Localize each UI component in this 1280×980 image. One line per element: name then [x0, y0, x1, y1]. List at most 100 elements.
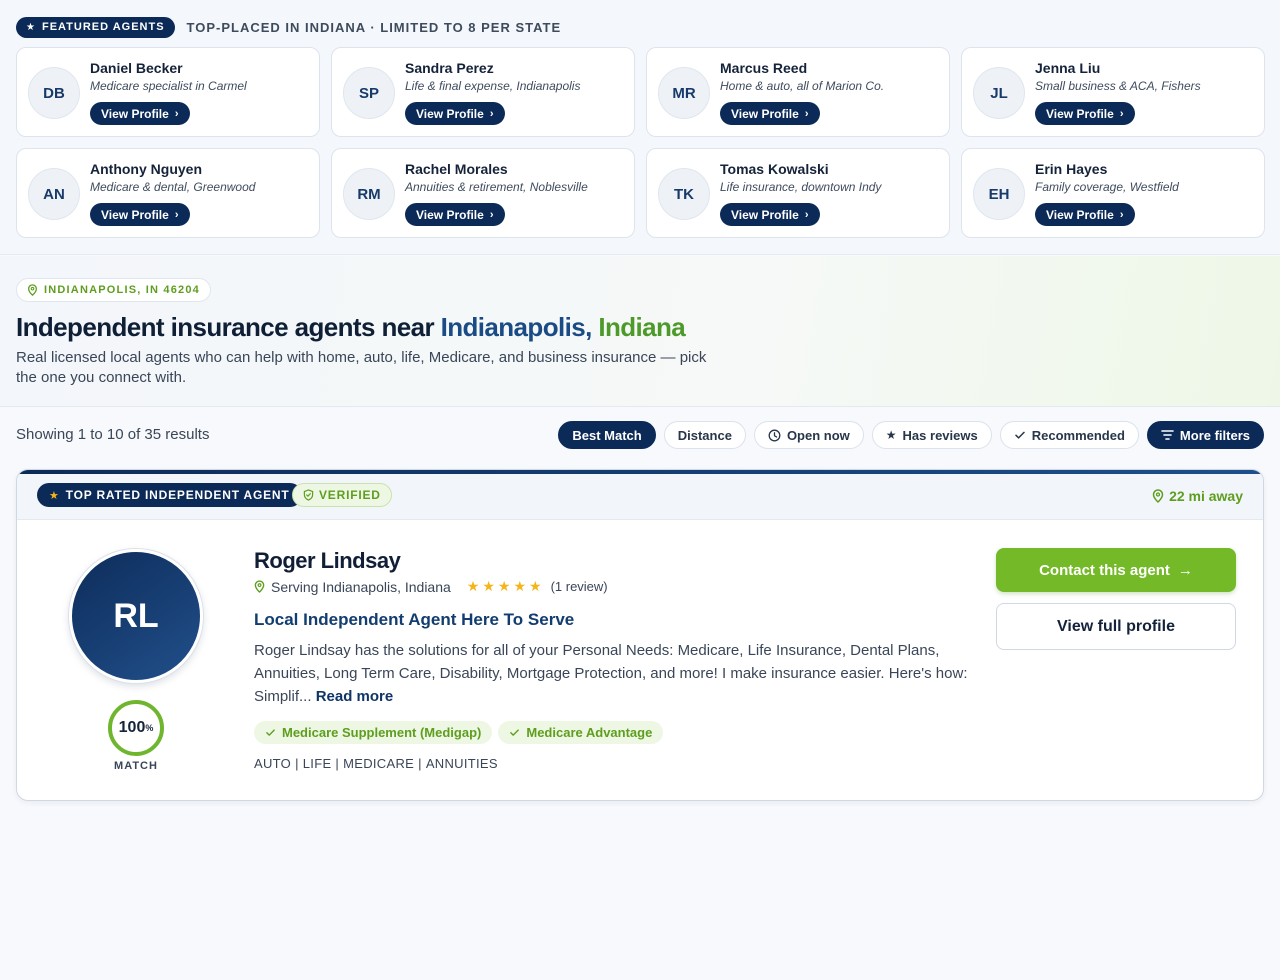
- agent-description: Medicare & dental, Greenwood: [90, 180, 256, 194]
- view-profile-label: View Profile: [1046, 106, 1114, 121]
- agent-description: Life & final expense, Indianapolis: [405, 79, 581, 93]
- featured-agent-card: TK Tomas Kowalski Life insurance, downto…: [646, 148, 950, 238]
- specialty-label: Medicare Supplement (Medigap): [282, 725, 482, 740]
- read-more-link[interactable]: Read more: [316, 688, 394, 705]
- star-rating: ★★★★★: [466, 578, 545, 594]
- agent-name[interactable]: Daniel Becker: [90, 60, 183, 76]
- hero-description: Real licensed local agents who can help …: [16, 349, 707, 386]
- location-label: INDIANAPOLIS, IN 46204: [44, 284, 200, 296]
- view-profile-button[interactable]: View Profile ›: [405, 203, 506, 226]
- verified-badge: VERIFIED: [292, 483, 392, 507]
- avatar: SP: [343, 67, 395, 119]
- featured-badge: ★ FEATURED AGENTS: [16, 16, 175, 38]
- agent-bio: Roger Lindsay has the solutions for all …: [254, 639, 974, 708]
- line-item: AUTO: [254, 756, 292, 771]
- agent-name[interactable]: Roger Lindsay: [254, 548, 401, 574]
- serving-area: Serving Indianapolis, Indiana ★★★★★ (1 r…: [254, 578, 608, 595]
- match-unit: %: [145, 723, 154, 733]
- clock-icon: [768, 429, 781, 441]
- agent-listing-card: ★ TOP RATED INDEPENDENT AGENT VERIFIED 2…: [16, 469, 1264, 801]
- review-count[interactable]: (1 review): [551, 579, 608, 594]
- contact-agent-button[interactable]: Contact this agent →: [996, 548, 1236, 592]
- chip-label: Recommended: [1031, 427, 1125, 443]
- separator: |: [335, 756, 340, 771]
- filter-has-reviews-button[interactable]: ★ Has reviews: [871, 421, 992, 449]
- agent-avatar[interactable]: RL: [69, 549, 203, 683]
- results-count: Showing 1 to 10 of 35 results: [16, 426, 210, 443]
- agent-description: Home & auto, all of Marion Co.: [720, 79, 885, 93]
- star-icon: ★: [26, 21, 36, 33]
- contact-label: Contact this agent: [1039, 561, 1170, 579]
- distance-label: 22 mi away: [1169, 488, 1243, 504]
- line-item: ANNUITIES: [425, 756, 498, 771]
- view-profile-button[interactable]: View Profile ›: [720, 203, 821, 226]
- avatar: EH: [973, 168, 1025, 220]
- specialty-label: Medicare Advantage: [526, 725, 653, 740]
- agent-name[interactable]: Marcus Reed: [720, 60, 807, 76]
- sort-distance-button[interactable]: Distance: [663, 421, 746, 449]
- map-pin-icon: [254, 580, 265, 593]
- listing-header: ★ TOP RATED INDEPENDENT AGENT VERIFIED 2…: [17, 474, 1263, 520]
- agent-name[interactable]: Jenna Liu: [1035, 60, 1100, 76]
- view-profile-label: View Profile: [101, 106, 169, 121]
- view-profile-button[interactable]: View Profile ›: [90, 203, 191, 226]
- specialty-tag: Medicare Supplement (Medigap): [254, 721, 493, 744]
- specialty-tags: Medicare Supplement (Medigap) Medicare A…: [254, 721, 664, 744]
- featured-badge-label: FEATURED AGENTS: [41, 21, 165, 33]
- filter-open-now-button[interactable]: Open now: [753, 421, 864, 449]
- filter-recommended-button[interactable]: Recommended: [999, 421, 1139, 449]
- separator: |: [295, 756, 299, 771]
- title-state: Indiana: [598, 312, 686, 342]
- view-profile-label: View Profile: [101, 207, 169, 222]
- sort-best-match-button[interactable]: Best Match: [558, 421, 656, 449]
- agent-name[interactable]: Anthony Nguyen: [90, 161, 202, 177]
- view-profile-button[interactable]: View Profile ›: [405, 102, 506, 125]
- agent-name[interactable]: Rachel Morales: [405, 161, 508, 177]
- match-score-ring: 100%: [108, 700, 164, 756]
- chevron-right-icon: ›: [1119, 107, 1124, 120]
- chevron-right-icon: ›: [174, 107, 179, 120]
- location-chip: INDIANAPOLIS, IN 46204: [16, 278, 211, 302]
- view-profile-button[interactable]: View Profile ›: [90, 102, 191, 125]
- avatar: RM: [343, 168, 395, 220]
- map-pin-icon: [1152, 489, 1164, 503]
- view-profile-label: View Profile: [416, 106, 484, 121]
- serving-label: Serving Indianapolis, Indiana: [271, 578, 451, 595]
- filter-icon: [1161, 430, 1174, 440]
- top-rated-badge: ★ TOP RATED INDEPENDENT AGENT: [37, 483, 302, 507]
- page-title: Independent insurance agents near Indian…: [16, 312, 686, 343]
- view-profile-button[interactable]: View Profile ›: [1035, 102, 1136, 125]
- shield-check-icon: [303, 489, 314, 501]
- agent-name[interactable]: Sandra Perez: [405, 60, 494, 76]
- chevron-right-icon: ›: [489, 107, 494, 120]
- specialty-tag: Medicare Advantage: [498, 721, 664, 744]
- agent-description: Life insurance, downtown Indy: [720, 180, 882, 194]
- agent-name[interactable]: Tomas Kowalski: [720, 161, 829, 177]
- chip-label: Open now: [786, 427, 850, 443]
- view-full-profile-button[interactable]: View full profile: [996, 603, 1236, 650]
- featured-agent-card: MR Marcus Reed Home & auto, all of Mario…: [646, 47, 950, 137]
- agent-description: Annuities & retirement, Noblesville: [405, 180, 588, 194]
- agent-tagline: Local Independent Agent Here To Serve: [254, 610, 575, 629]
- avatar: AN: [28, 168, 80, 220]
- view-profile-label: View Profile: [416, 207, 484, 222]
- featured-agent-card: DB Daniel Becker Medicare specialist in …: [16, 47, 320, 137]
- agent-name[interactable]: Erin Hayes: [1035, 161, 1107, 177]
- check-icon: [510, 729, 520, 736]
- distance-indicator: 22 mi away: [1152, 488, 1243, 504]
- featured-agents-section: ★ FEATURED AGENTS TOP-PLACED IN INDIANA …: [0, 0, 1280, 255]
- chip-label: More filters: [1179, 427, 1250, 443]
- star-icon: ★: [885, 428, 897, 442]
- view-profile-button[interactable]: View Profile ›: [720, 102, 821, 125]
- map-pin-icon: [27, 284, 38, 296]
- verified-label: VERIFIED: [319, 488, 381, 502]
- view-profile-button[interactable]: View Profile ›: [1035, 203, 1136, 226]
- hero-section: INDIANAPOLIS, IN 46204 Independent insur…: [0, 256, 1280, 407]
- check-icon: [1014, 431, 1025, 439]
- agent-description: Small business & ACA, Fishers: [1035, 79, 1201, 93]
- more-filters-button[interactable]: More filters: [1146, 421, 1264, 449]
- chevron-right-icon: ›: [1119, 208, 1124, 221]
- featured-agent-card: AN Anthony Nguyen Medicare & dental, Gre…: [16, 148, 320, 238]
- chip-label: Best Match: [572, 427, 642, 443]
- avatar: MR: [658, 67, 710, 119]
